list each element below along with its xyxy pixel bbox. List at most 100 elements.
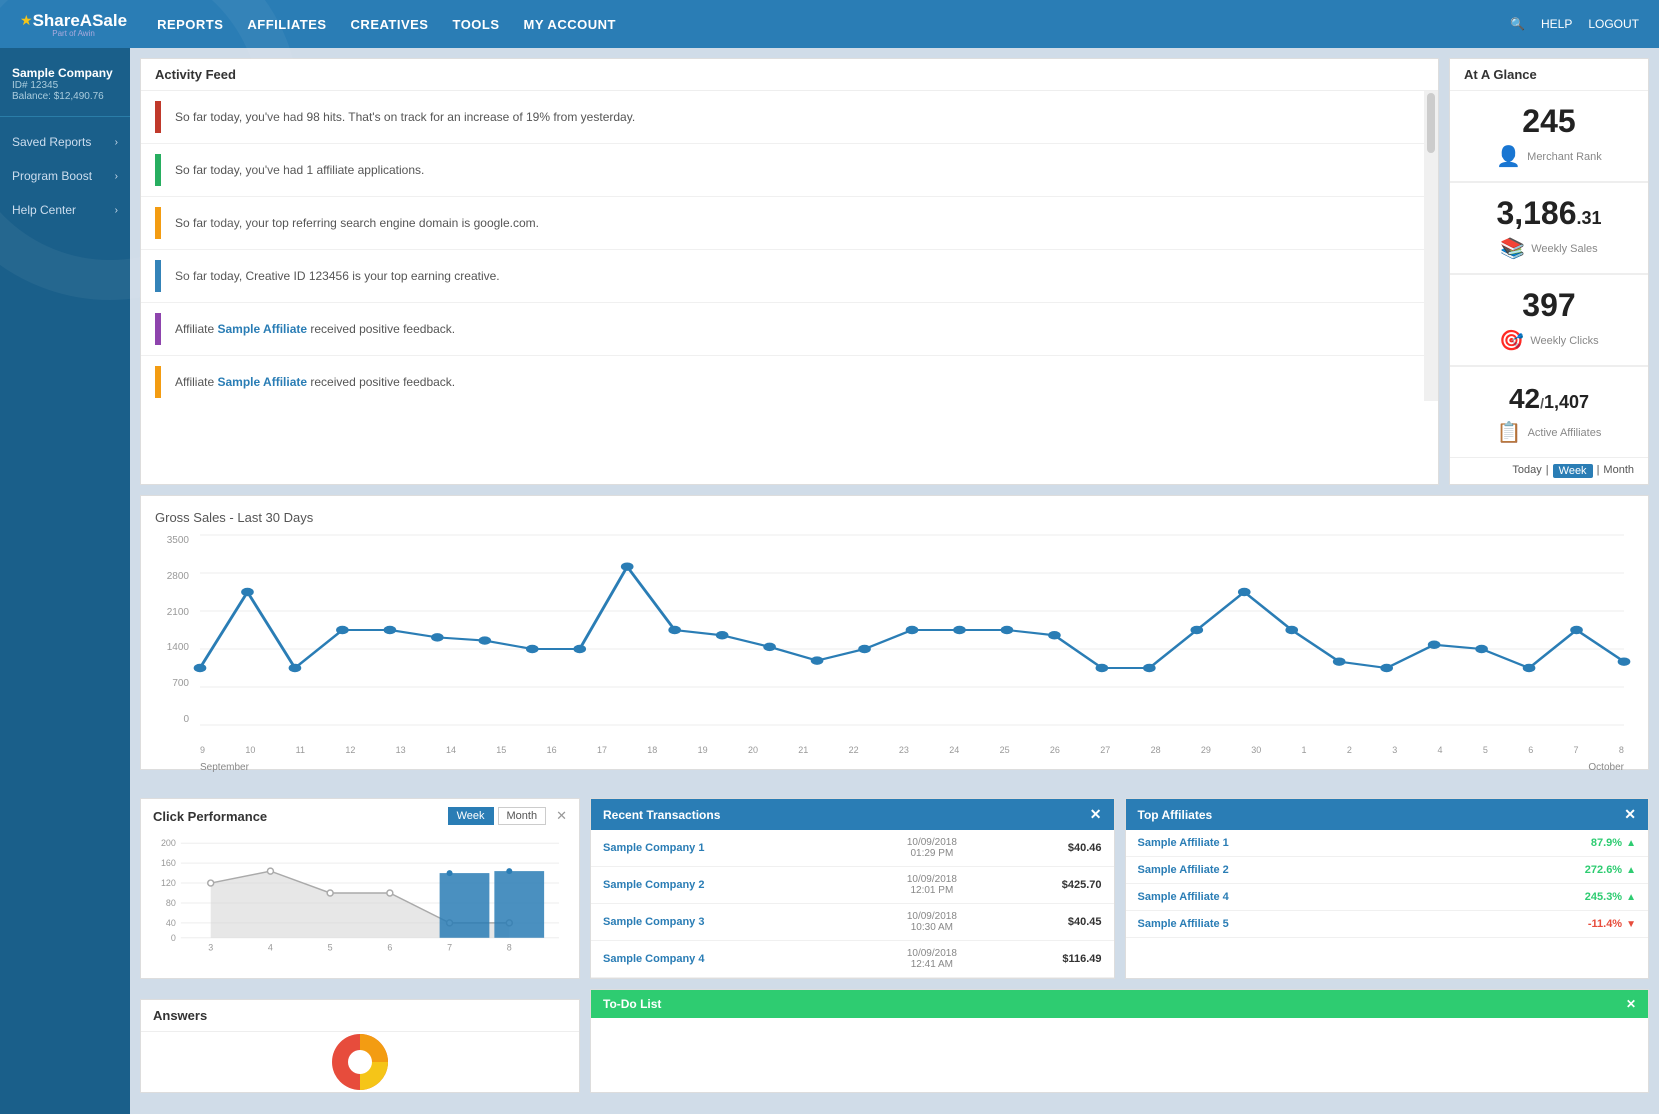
at-a-glance: At A Glance 245 👤 Merchant Rank 3,186.31	[1449, 58, 1649, 485]
table-row: Sample Company 4 10/09/201812:41 AM $116…	[591, 941, 1114, 978]
sidebar: Sample Company ID# 12345 Balance: $12,49…	[0, 48, 130, 1114]
answers-header: Answers	[141, 1000, 579, 1032]
list-item: So far today, Creative ID 123456 is your…	[141, 250, 1424, 303]
help-link[interactable]: HELP	[1541, 17, 1572, 31]
merchant-rank-icon: 👤	[1496, 144, 1521, 169]
sidebar-nav: Saved Reports › Program Boost › Help Cen…	[0, 125, 130, 227]
svg-text:8: 8	[507, 943, 512, 953]
tx-date: 10/09/201812:01 PM	[822, 874, 1041, 896]
x-label: 3	[1392, 745, 1397, 755]
y-label: 0	[183, 714, 189, 725]
weekly-sales-number: 3,186.31	[1464, 195, 1634, 232]
activity-text: Affiliate Sample Affiliate received posi…	[175, 375, 455, 389]
tx-amount: $40.46	[1042, 842, 1102, 854]
x-label: 12	[345, 745, 355, 755]
svg-text:200: 200	[161, 838, 176, 848]
period-week[interactable]: Week	[1553, 464, 1593, 478]
y-label: 2100	[167, 607, 189, 618]
header: ★ ShareASale Part of Awin REPORTS AFFILI…	[0, 0, 1659, 48]
y-label: 3500	[167, 535, 189, 546]
activity-text: So far today, your top referring search …	[175, 216, 539, 230]
answers-body	[141, 1032, 579, 1092]
month-labels: September October	[200, 762, 1624, 773]
aff-pct: 272.6%	[1585, 864, 1636, 876]
svg-text:6: 6	[387, 943, 392, 953]
sidebar-item-label: Program Boost	[12, 169, 92, 183]
list-item: So far today, your top referring search …	[141, 197, 1424, 250]
logo-star-icon: ★	[20, 12, 33, 29]
activity-feed-header: Activity Feed	[141, 59, 1438, 91]
nav-my-account[interactable]: MY ACCOUNT	[524, 17, 616, 32]
x-label: 2	[1347, 745, 1352, 755]
logo-brand: ShareASale	[33, 11, 128, 31]
scrollbar[interactable]	[1424, 91, 1438, 401]
x-label: 30	[1251, 745, 1261, 755]
logo-line1: ★ ShareASale	[20, 11, 127, 31]
company-name: Sample Company	[12, 66, 118, 80]
aff-pct: -11.4%	[1588, 918, 1636, 930]
chart-title: Gross Sales - Last 30 Days	[155, 510, 1634, 525]
click-perf-header: Click Performance Week Month ✕	[141, 799, 579, 833]
tx-date: 10/09/201812:41 AM	[822, 948, 1041, 970]
list-item: So far today, you've had 98 hits. That's…	[141, 91, 1424, 144]
sidebar-item-help-center[interactable]: Help Center ›	[0, 193, 130, 227]
x-label: 17	[597, 745, 607, 755]
tab-month[interactable]: Month	[498, 807, 547, 825]
answers-section: Answers	[140, 999, 580, 1093]
x-label: 6	[1528, 745, 1533, 755]
svg-text:5: 5	[328, 943, 333, 953]
close-icon[interactable]: ✕	[1626, 997, 1636, 1011]
todo-title: To-Do List	[603, 997, 661, 1011]
nav-affiliates[interactable]: AFFILIATES	[247, 17, 326, 32]
active-affiliates-label-row: 📋 Active Affiliates	[1464, 420, 1634, 445]
svg-text:7: 7	[447, 943, 452, 953]
sidebar-item-saved-reports[interactable]: Saved Reports ›	[0, 125, 130, 159]
table-row: Sample Company 3 10/09/201810:30 AM $40.…	[591, 904, 1114, 941]
svg-text:4: 4	[268, 943, 273, 953]
y-label: 700	[172, 678, 189, 689]
nav-reports[interactable]: REPORTS	[157, 17, 223, 32]
month-sep: September	[200, 762, 1225, 773]
nav-creatives[interactable]: CREATIVES	[351, 17, 429, 32]
x-label: 9	[200, 745, 205, 755]
activity-text: Affiliate Sample Affiliate received posi…	[175, 322, 455, 336]
click-performance: Click Performance Week Month ✕	[140, 798, 580, 979]
x-label: 24	[949, 745, 959, 755]
merchant-rank-number: 245	[1464, 103, 1634, 140]
y-label: 1400	[167, 642, 189, 653]
activity-feed: Activity Feed So far today, you've had 9…	[140, 58, 1439, 485]
logout-link[interactable]: LOGOUT	[1588, 17, 1639, 31]
todo-section: To-Do List ✕	[590, 989, 1649, 1093]
sidebar-item-program-boost[interactable]: Program Boost ›	[0, 159, 130, 193]
tab-week[interactable]: Week	[448, 807, 494, 825]
x-label: 5	[1483, 745, 1488, 755]
main-nav: REPORTS AFFILIATES CREATIVES TOOLS MY AC…	[157, 17, 1510, 32]
x-label: 20	[748, 745, 758, 755]
close-icon[interactable]: ✕	[1624, 806, 1636, 823]
x-label: 26	[1050, 745, 1060, 755]
x-label: 21	[798, 745, 808, 755]
close-icon[interactable]: ✕	[556, 808, 567, 824]
active-affiliates-label: Active Affiliates	[1528, 427, 1602, 439]
x-label: 13	[396, 745, 406, 755]
click-perf-title: Click Performance	[153, 809, 267, 824]
tx-company-name: Sample Company 1	[603, 842, 822, 854]
period-today[interactable]: Today	[1512, 464, 1541, 478]
period-selector: Today | Week | Month	[1450, 458, 1648, 484]
tx-company-name: Sample Company 4	[603, 953, 822, 965]
cp-chart-area: 200 160 120 80 40 0	[141, 833, 579, 963]
chart-area: 3500 2800 2100 1400 700 0	[155, 535, 1634, 755]
nav-tools[interactable]: TOOLS	[452, 17, 499, 32]
search-icon[interactable]: 🔍	[1510, 17, 1525, 31]
tx-amount: $116.49	[1042, 953, 1102, 965]
at-a-glance-title: At A Glance	[1464, 67, 1537, 82]
svg-text:160: 160	[161, 858, 176, 868]
top-affiliates: Top Affiliates ✕ Sample Affiliate 1 87.9…	[1125, 798, 1650, 979]
period-month[interactable]: Month	[1603, 464, 1634, 478]
logo-wrapper: ★ ShareASale Part of Awin	[20, 11, 127, 38]
close-icon[interactable]: ✕	[1090, 806, 1102, 823]
x-label: 25	[1000, 745, 1010, 755]
top-row: Activity Feed So far today, you've had 9…	[140, 58, 1649, 485]
table-row: Sample Affiliate 5 -11.4%	[1126, 911, 1649, 938]
svg-text:0: 0	[171, 933, 176, 943]
